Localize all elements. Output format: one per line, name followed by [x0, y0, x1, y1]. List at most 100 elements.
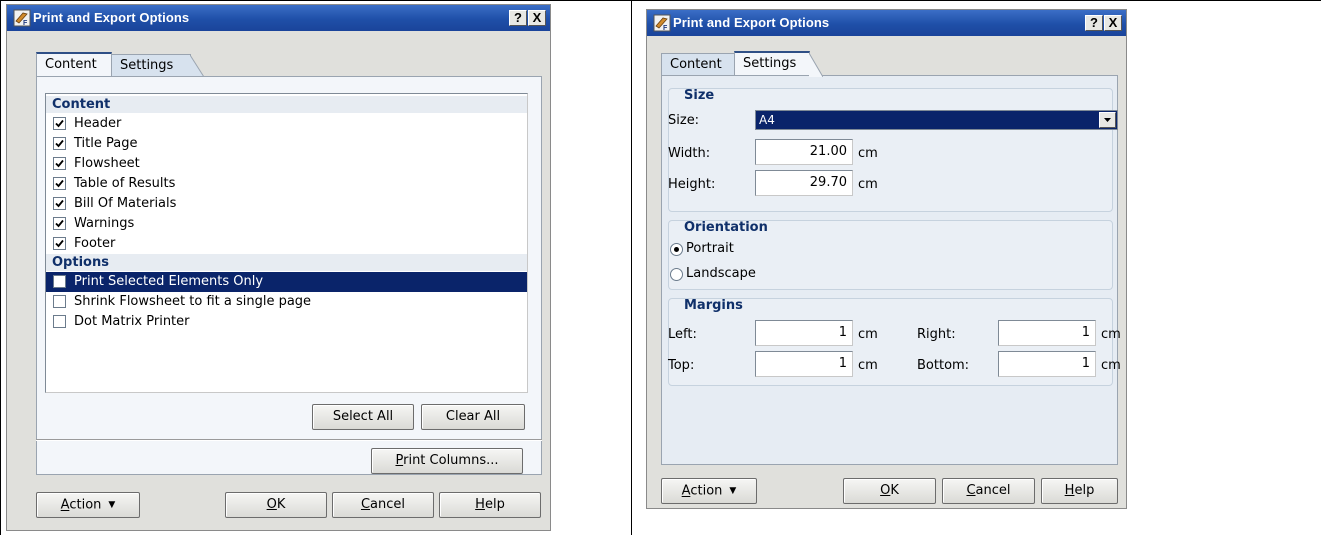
check-icon: [55, 199, 64, 208]
help-button[interactable]: Help: [439, 492, 541, 518]
help-title-button[interactable]: ?: [509, 10, 527, 26]
options-group-heading: Options: [46, 254, 527, 271]
check-icon: [55, 159, 64, 168]
close-button[interactable]: X: [528, 10, 546, 26]
frame-middle-line: [631, 0, 632, 535]
checkbox[interactable]: [53, 295, 66, 308]
radio-selected-dot: [674, 247, 679, 252]
content-item[interactable]: Flowsheet: [46, 154, 527, 174]
dialog-title: Print and Export Options: [673, 15, 830, 30]
ok-mnemonic: O: [880, 483, 891, 498]
content-item[interactable]: Header: [46, 114, 527, 134]
ok-button[interactable]: OK: [225, 492, 327, 518]
title-bar[interactable]: F Print and Export Options ? X: [7, 5, 550, 31]
content-item[interactable]: Bill Of Materials: [46, 194, 527, 214]
content-options-list[interactable]: Content Header Title Page Flowsheet Table o…: [45, 93, 528, 393]
cancel-label: ancel: [975, 483, 1011, 498]
tab-content[interactable]: Content: [36, 52, 112, 76]
width-unit: cm: [858, 146, 878, 161]
print-export-app-icon: F: [13, 9, 31, 27]
help-label: elp: [1074, 483, 1095, 498]
content-item-label: Table of Results: [74, 176, 176, 191]
landscape-radio[interactable]: [670, 268, 683, 281]
ok-button[interactable]: OK: [843, 478, 936, 504]
margin-left-label: Left:: [668, 327, 697, 342]
option-item-label: Print Selected Elements Only: [74, 274, 264, 289]
margin-bottom-field[interactable]: 1: [998, 351, 1096, 377]
select-all-button[interactable]: Select All: [312, 404, 414, 430]
print-export-app-icon: F: [653, 14, 671, 32]
print-export-dialog-settings: F Print and Export Options ? X Content S…: [646, 9, 1127, 509]
landscape-label[interactable]: Landscape: [686, 266, 756, 281]
content-item[interactable]: Warnings: [46, 214, 527, 234]
orientation-heading: Orientation: [684, 220, 768, 235]
ok-label: K: [276, 497, 286, 512]
page-size-value: A4: [759, 113, 775, 127]
action-label: ction: [69, 497, 102, 513]
content-item-label: Footer: [74, 236, 116, 251]
size-label: Size:: [668, 113, 700, 128]
print-columns-mnemonic: P: [395, 453, 404, 468]
ok-mnemonic: O: [266, 497, 277, 512]
checkbox[interactable]: [53, 137, 66, 150]
help-title-button[interactable]: ?: [1085, 15, 1103, 31]
tab-settings[interactable]: Settings: [111, 54, 204, 77]
content-item[interactable]: Title Page: [46, 134, 527, 154]
tab-content[interactable]: Content: [661, 53, 735, 75]
checkbox[interactable]: [53, 157, 66, 170]
cancel-label: ancel: [370, 497, 406, 512]
frame-top-line: [0, 0, 1321, 1]
checkbox[interactable]: [53, 275, 66, 288]
check-icon: [55, 139, 64, 148]
content-item[interactable]: Table of Results: [46, 174, 527, 194]
margin-right-field[interactable]: 1: [998, 320, 1096, 346]
action-menu-button[interactable]: Action ▼: [661, 478, 757, 504]
margin-right-label: Right:: [917, 327, 956, 342]
content-item[interactable]: Footer: [46, 234, 527, 254]
help-mnemonic: H: [475, 497, 485, 512]
checkbox[interactable]: [53, 237, 66, 250]
option-item[interactable]: Shrink Flowsheet to fit a single page: [46, 292, 527, 312]
margin-top-field[interactable]: 1: [755, 351, 853, 377]
cancel-button[interactable]: Cancel: [942, 478, 1035, 504]
margin-bottom-unit: cm: [1101, 358, 1121, 373]
tab-settings-label: Settings: [743, 56, 797, 71]
checkbox[interactable]: [53, 177, 66, 190]
margin-top-unit: cm: [858, 358, 878, 373]
checkbox[interactable]: [53, 217, 66, 230]
print-columns-button[interactable]: Print Columns...: [371, 448, 523, 474]
action-menu-button[interactable]: Action ▼: [36, 492, 140, 518]
margin-top-label: Top:: [668, 358, 695, 373]
width-field[interactable]: 21.00: [755, 139, 853, 165]
portrait-label[interactable]: Portrait: [686, 241, 734, 256]
action-label: ction: [690, 483, 723, 499]
svg-text:F: F: [663, 25, 668, 32]
check-icon: [55, 219, 64, 228]
help-button[interactable]: Help: [1041, 478, 1118, 504]
clear-all-button[interactable]: Clear All: [421, 404, 525, 430]
title-bar[interactable]: F Print and Export Options ? X: [647, 10, 1126, 36]
margin-left-field[interactable]: 1: [755, 320, 853, 346]
option-item[interactable]: Print Selected Elements Only: [46, 272, 527, 292]
checkbox[interactable]: [53, 197, 66, 210]
chevron-down-icon: ▼: [108, 500, 116, 510]
checkbox[interactable]: [53, 315, 66, 328]
size-heading: Size: [684, 88, 715, 103]
frame-left-line: [0, 0, 1, 535]
settings-tab-panel: Size Size: A4 Width: 21.00 cm Height: 29…: [661, 75, 1121, 465]
portrait-radio[interactable]: [670, 243, 683, 256]
tab-settings[interactable]: Settings: [734, 51, 823, 77]
svg-text:F: F: [23, 20, 28, 27]
height-unit: cm: [858, 177, 878, 192]
margin-left-unit: cm: [858, 327, 878, 342]
checkbox[interactable]: [53, 117, 66, 130]
height-field[interactable]: 29.70: [755, 170, 853, 196]
chevron-down-icon: ▼: [729, 486, 737, 496]
page-size-select[interactable]: A4: [755, 110, 1118, 130]
dropdown-button[interactable]: [1099, 112, 1116, 128]
cancel-button[interactable]: Cancel: [332, 492, 434, 518]
option-item-label: Shrink Flowsheet to fit a single page: [74, 294, 312, 309]
close-button[interactable]: X: [1104, 15, 1122, 31]
option-item[interactable]: Dot Matrix Printer: [46, 312, 527, 332]
content-item-label: Bill Of Materials: [74, 196, 177, 211]
